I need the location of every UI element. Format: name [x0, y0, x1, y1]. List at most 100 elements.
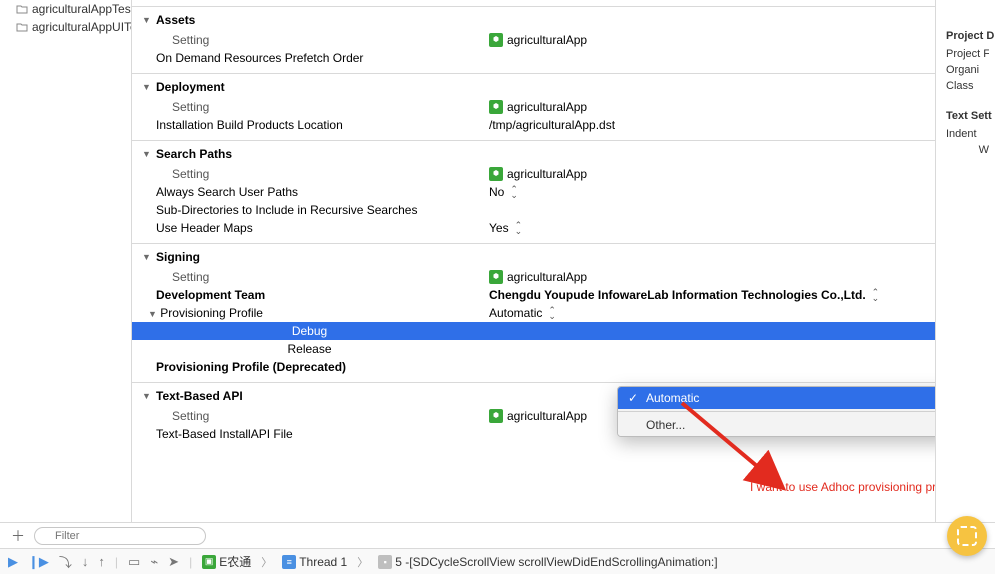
debug-bar: ▶ ❙▶ ⤵︎ ↓ ↑ | ▭ ⌁ ➤ | ▣ E农通 〉 ≡ Thread 1… [0, 548, 995, 574]
app-target-icon: ▣ [202, 555, 216, 569]
folder-icon [16, 4, 28, 14]
setting-recursive-subdirs[interactable]: Sub-Directories to Include in Recursive … [132, 201, 935, 219]
build-settings-editor: ▼ Assets Setting agriculturalApp On Dema… [132, 0, 935, 522]
nav-item-label: agriculturalAppTests [32, 2, 131, 16]
setting-label: On Demand Resources Prefetch Order [132, 51, 487, 65]
setting-label: Installation Build Products Location [132, 118, 487, 132]
inspector-section-project-document: Project D [946, 30, 989, 42]
column-header-row: Setting agriculturalApp [132, 268, 935, 286]
column-header-row: Setting agriculturalApp [132, 165, 935, 183]
debug-crumb-thread[interactable]: ≡ Thread 1 [282, 555, 347, 569]
section-title: Search Paths [156, 147, 232, 161]
disclosure-triangle-icon[interactable]: ▼ [142, 252, 152, 262]
step-out-icon[interactable]: ↑ [98, 554, 105, 569]
project-navigator[interactable]: agriculturalAppTests agriculturalAppUITe… [0, 0, 132, 522]
column-setting-label: Setting [132, 270, 487, 284]
step-into-icon[interactable]: ↓ [82, 554, 89, 569]
floating-action-button[interactable] [947, 516, 987, 556]
target-name: agriculturalApp [507, 33, 587, 47]
annotation-text: I want to use Adhoc provisioning profile… [750, 480, 935, 494]
inspector-field[interactable]: Indent [946, 128, 989, 140]
navigator-filter-bar: ＋ ⌕ [0, 522, 995, 548]
setting-value[interactable]: /tmp/agriculturalApp.dst [487, 118, 935, 132]
app-target-icon [489, 270, 503, 284]
chevron-right-icon: 〉 [261, 554, 272, 570]
inspector-field[interactable]: Class [946, 80, 989, 92]
setting-label: Sub-Directories to Include in Recursive … [132, 203, 487, 217]
setting-development-team[interactable]: Development Team Chengdu Youpude Infowar… [132, 286, 935, 304]
frame-icon: ▪ [378, 555, 392, 569]
chevron-right-icon: 〉 [357, 554, 368, 570]
section-assets[interactable]: ▼ Assets [132, 7, 935, 31]
folder-icon [16, 22, 28, 32]
setting-provisioning-profile-debug[interactable]: Debug [132, 322, 935, 340]
app-target-icon [489, 167, 503, 181]
filter-input[interactable] [34, 527, 206, 545]
disclosure-triangle-icon[interactable]: ▼ [142, 391, 152, 401]
section-title: Signing [156, 250, 200, 264]
column-setting-label: Setting [132, 409, 487, 423]
setting-label: Debug [132, 324, 487, 338]
inspector-field[interactable]: Organi [946, 64, 989, 76]
debug-crumb-frame[interactable]: ▪ 5 -[SDCycleScrollView scrollViewDidEnd… [378, 555, 717, 569]
step-over-icon[interactable]: ⤵︎ [59, 552, 72, 571]
column-setting-label: Setting [132, 100, 487, 114]
setting-install-build-location[interactable]: Installation Build Products Location /tm… [132, 116, 935, 134]
section-search-paths[interactable]: ▼ Search Paths [132, 141, 935, 165]
target-name: agriculturalApp [507, 167, 587, 181]
inspector-panel: Project D Project F Organi Class Text Se… [935, 0, 995, 522]
setting-label: Text-Based InstallAPI File [132, 427, 487, 441]
add-button[interactable]: ＋ [8, 526, 28, 546]
dropdown-item-other[interactable]: Other... [618, 414, 935, 436]
nav-item-tests[interactable]: agriculturalAppTests [0, 0, 131, 18]
setting-value[interactable]: Yes⌃⌄ [487, 221, 935, 235]
setting-label: Use Header Maps [132, 221, 487, 235]
setting-label: Always Search User Paths [132, 185, 487, 199]
popup-indicator-icon: ⌃⌄ [548, 307, 556, 319]
debug-view-icon[interactable]: ▭ [128, 554, 140, 570]
disclosure-triangle-icon[interactable]: ▼ [142, 149, 152, 159]
setting-use-header-maps[interactable]: Use Header Maps Yes⌃⌄ [132, 219, 935, 237]
column-setting-label: Setting [132, 167, 487, 181]
continue-icon[interactable]: ▶ [8, 554, 18, 570]
dropdown-item-automatic[interactable]: Automatic [618, 387, 935, 409]
location-icon[interactable]: ➤ [168, 554, 179, 570]
section-title: Deployment [156, 80, 225, 94]
setting-on-demand-prefetch[interactable]: On Demand Resources Prefetch Order [132, 49, 935, 67]
inspector-field[interactable]: Project F [946, 48, 989, 60]
setting-label: Release [132, 342, 487, 356]
section-title: Text-Based API [156, 389, 243, 403]
setting-provisioning-profile-release[interactable]: Release [132, 340, 935, 358]
memory-graph-icon[interactable]: ⌁ [150, 554, 158, 570]
app-target-icon [489, 33, 503, 47]
setting-always-search-user-paths[interactable]: Always Search User Paths No⌃⌄ [132, 183, 935, 201]
setting-label: Development Team [132, 288, 487, 302]
section-signing[interactable]: ▼ Signing [132, 244, 935, 268]
provisioning-profile-dropdown[interactable]: Automatic Other... [617, 386, 935, 437]
popup-indicator-icon: ⌃⌄ [510, 186, 518, 198]
debug-crumb-target[interactable]: ▣ E农通 [202, 553, 251, 570]
nav-item-label: agriculturalAppUITe... [32, 20, 131, 34]
setting-label: ▼ Provisioning Profile [132, 306, 487, 320]
setting-value[interactable]: No⌃⌄ [487, 185, 935, 199]
nav-item-uitests[interactable]: agriculturalAppUITe... [0, 18, 131, 36]
column-header-row: Setting agriculturalApp [132, 98, 935, 116]
section-deployment[interactable]: ▼ Deployment [132, 74, 935, 98]
setting-provisioning-profile[interactable]: ▼ Provisioning Profile Automatic⌃⌄ [132, 304, 935, 322]
inspector-field[interactable]: W [946, 144, 989, 156]
section-title: Assets [156, 13, 195, 27]
disclosure-triangle-icon[interactable]: ▼ [142, 15, 152, 25]
column-header-row: Setting agriculturalApp [132, 31, 935, 49]
setting-provisioning-profile-deprecated[interactable]: Provisioning Profile (Deprecated) [132, 358, 935, 376]
popup-indicator-icon: ⌃⌄ [872, 289, 880, 301]
setting-value[interactable]: Chengdu Youpude InfowareLab Information … [487, 288, 935, 302]
disclosure-triangle-icon[interactable]: ▼ [142, 82, 152, 92]
popup-indicator-icon: ⌃⌄ [515, 222, 523, 234]
setting-value[interactable]: Automatic⌃⌄ [487, 306, 935, 320]
column-setting-label: Setting [132, 33, 487, 47]
thread-icon: ≡ [282, 555, 296, 569]
pause-icon[interactable]: ❙▶ [28, 554, 49, 570]
fab-icon [957, 526, 977, 546]
target-name: agriculturalApp [507, 100, 587, 114]
setting-label: Provisioning Profile (Deprecated) [132, 360, 487, 374]
